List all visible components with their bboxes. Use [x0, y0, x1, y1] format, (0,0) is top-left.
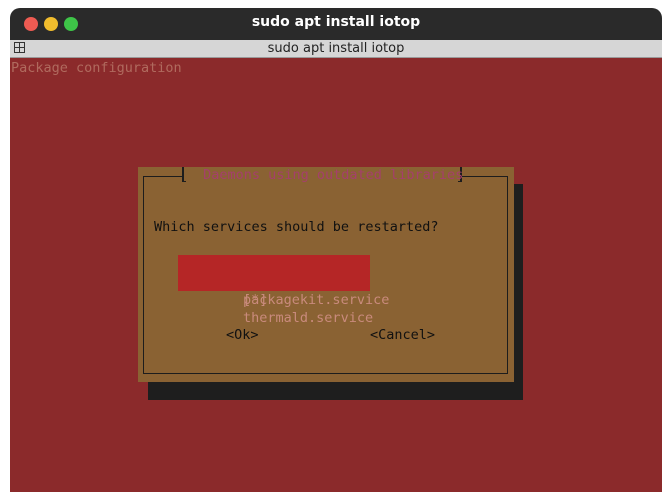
title-bar[interactable]: sudo apt install iotop	[10, 8, 662, 40]
service-label: thermald.service	[243, 310, 374, 326]
dialog-title-left-edge	[182, 167, 184, 182]
ok-button[interactable]: <Ok>	[226, 327, 259, 343]
tab-title: sudo apt install iotop	[267, 41, 405, 56]
package-configuration-header: Package configuration	[11, 60, 182, 76]
dialog-title: Daemons using outdated libraries	[195, 167, 472, 183]
service-item-packagekit[interactable]: [] packagekit.service	[178, 255, 389, 308]
dialog-title-left-tick	[182, 181, 186, 182]
tab-bar[interactable]: sudo apt install iotop	[10, 40, 662, 58]
window-title: sudo apt install iotop	[251, 14, 421, 30]
checkbox-thermald[interactable]: [*]	[243, 292, 267, 308]
cancel-button[interactable]: <Cancel>	[370, 327, 435, 343]
service-item-thermald[interactable]: [*] thermald.service	[178, 273, 373, 326]
dialog-question: Which services should be restarted?	[154, 219, 439, 235]
restart-services-dialog: Daemons using outdated libraries Which s…	[138, 167, 514, 382]
terminal-window: sudo apt install iotop sudo apt install …	[0, 0, 672, 502]
terminal-screen[interactable]: Package configuration Daemons using outd…	[10, 58, 662, 492]
